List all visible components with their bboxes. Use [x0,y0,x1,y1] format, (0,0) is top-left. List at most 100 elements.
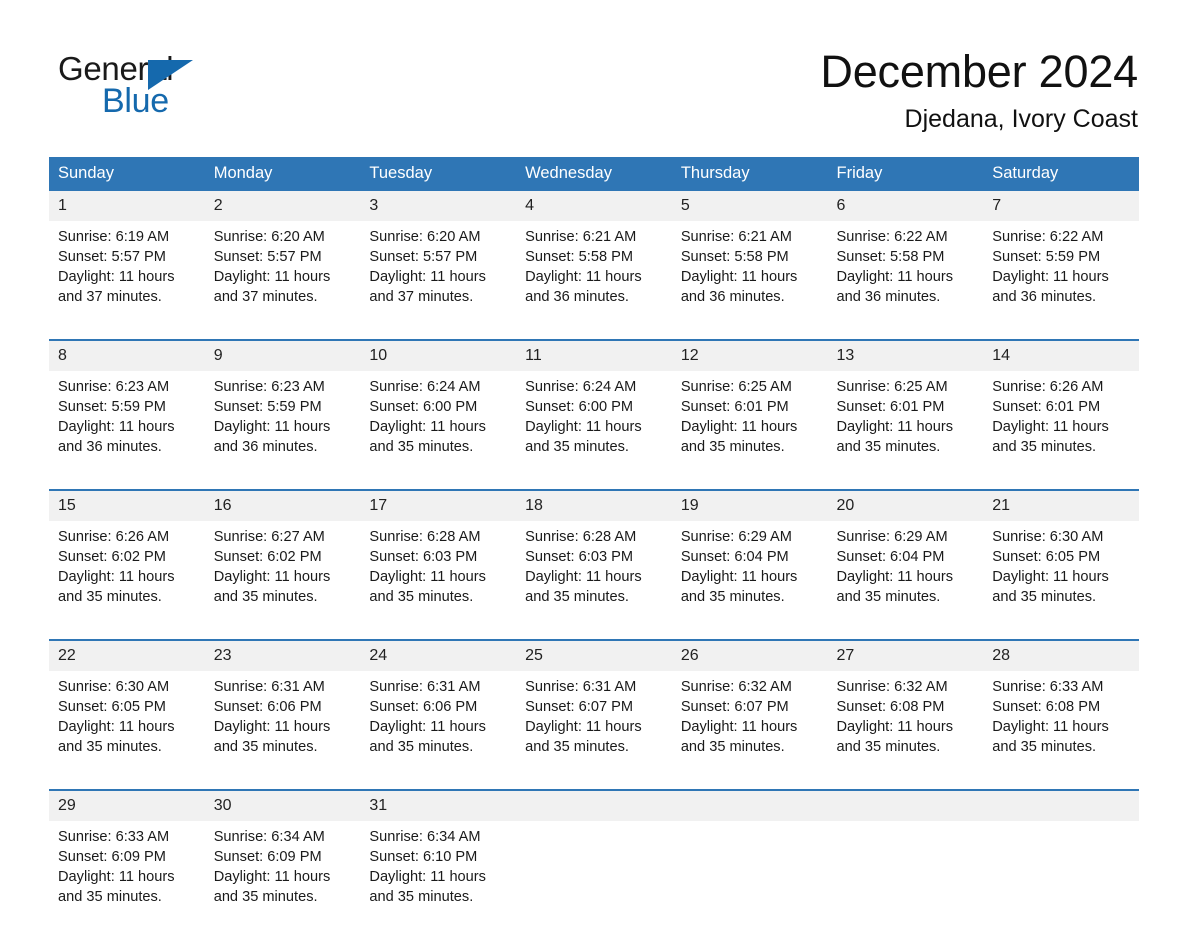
daylight-text: Daylight: 11 hours and 36 minutes. [58,419,175,455]
weekday-header-wednesday: Wednesday [516,157,672,191]
sunset-text: Sunset: 6:10 PM [369,849,478,865]
day-cell[interactable]: Sunrise: 6:29 AM Sunset: 6:04 PM Dayligh… [827,521,984,640]
sunrise-text: Sunrise: 6:31 AM [525,679,637,695]
day-cell[interactable]: Sunrise: 6:34 AM Sunset: 6:09 PM Dayligh… [204,821,361,939]
day-cell-empty [516,821,672,939]
day-cell[interactable]: Sunrise: 6:33 AM Sunset: 6:08 PM Dayligh… [983,671,1139,790]
day-number[interactable]: 30 [204,789,361,821]
sunrise-text: Sunrise: 6:31 AM [369,679,481,695]
day-number[interactable]: 21 [983,489,1139,521]
sunrise-text: Sunrise: 6:34 AM [213,829,325,845]
day-number[interactable]: 3 [360,191,517,221]
day-cell[interactable]: Sunrise: 6:33 AM Sunset: 6:09 PM Dayligh… [49,821,205,939]
day-number[interactable]: 28 [983,639,1139,671]
daylight-text: Daylight: 11 hours and 35 minutes. [680,419,798,455]
day-number[interactable]: 6 [827,191,984,221]
sunrise-text: Sunrise: 6:32 AM [836,679,948,695]
day-number[interactable]: 1 [49,191,205,221]
day-number[interactable]: 19 [671,489,828,521]
day-cell[interactable]: Sunrise: 6:31 AM Sunset: 6:06 PM Dayligh… [360,671,517,790]
sunset-text: Sunset: 6:07 PM [680,699,789,715]
day-cell[interactable]: Sunrise: 6:25 AM Sunset: 6:01 PM Dayligh… [827,371,984,490]
day-number[interactable]: 8 [49,339,205,371]
day-cell[interactable]: Sunrise: 6:22 AM Sunset: 5:59 PM Dayligh… [983,221,1139,340]
day-cell[interactable]: Sunrise: 6:28 AM Sunset: 6:03 PM Dayligh… [516,521,672,640]
day-number[interactable]: 29 [49,789,205,821]
day-cell[interactable]: Sunrise: 6:20 AM Sunset: 5:57 PM Dayligh… [360,221,517,340]
day-number[interactable]: 18 [516,489,672,521]
general-blue-logo[interactable]: General Blue [58,52,258,124]
day-cell[interactable]: Sunrise: 6:30 AM Sunset: 6:05 PM Dayligh… [983,521,1139,640]
daylight-text: Daylight: 11 hours and 36 minutes. [213,419,331,455]
day-number[interactable]: 24 [360,639,517,671]
sunset-text: Sunset: 6:00 PM [525,399,634,415]
week-details-row: Sunrise: 6:30 AM Sunset: 6:05 PM Dayligh… [49,671,1139,790]
day-cell[interactable]: Sunrise: 6:20 AM Sunset: 5:57 PM Dayligh… [204,221,361,340]
daylight-text: Daylight: 11 hours and 36 minutes. [992,269,1109,305]
day-number[interactable]: 27 [827,639,984,671]
day-number[interactable]: 14 [983,339,1139,371]
daylight-text: Daylight: 11 hours and 35 minutes. [836,569,954,605]
day-number[interactable]: 25 [516,639,672,671]
weekday-header-sunday: Sunday [49,157,205,191]
day-number[interactable]: 4 [516,191,672,221]
day-number[interactable]: 11 [516,339,672,371]
day-number[interactable]: 7 [983,191,1139,221]
day-cell[interactable]: Sunrise: 6:23 AM Sunset: 5:59 PM Dayligh… [49,371,205,490]
day-number[interactable]: 12 [671,339,828,371]
day-cell[interactable]: Sunrise: 6:30 AM Sunset: 6:05 PM Dayligh… [49,671,205,790]
day-cell[interactable]: Sunrise: 6:25 AM Sunset: 6:01 PM Dayligh… [671,371,828,490]
page-title: December 2024 [820,46,1138,97]
week-daynumbers-row: 8 9 10 11 12 13 14 [49,339,1139,371]
day-number[interactable]: 23 [204,639,361,671]
daylight-text: Daylight: 11 hours and 35 minutes. [58,869,175,905]
day-cell[interactable]: Sunrise: 6:31 AM Sunset: 6:06 PM Dayligh… [204,671,361,790]
weekday-header-thursday: Thursday [671,157,828,191]
sunset-text: Sunset: 6:09 PM [58,849,166,865]
sunset-text: Sunset: 5:59 PM [58,399,166,415]
sunrise-text: Sunrise: 6:24 AM [525,379,637,395]
day-cell[interactable]: Sunrise: 6:26 AM Sunset: 6:01 PM Dayligh… [983,371,1139,490]
day-number[interactable]: 26 [671,639,828,671]
day-number[interactable]: 17 [360,489,517,521]
day-number[interactable]: 10 [360,339,517,371]
day-cell-empty [827,821,984,939]
day-cell[interactable]: Sunrise: 6:34 AM Sunset: 6:10 PM Dayligh… [360,821,517,939]
sunset-text: Sunset: 6:03 PM [525,549,634,565]
day-number[interactable]: 9 [204,339,361,371]
sunrise-text: Sunrise: 6:22 AM [992,229,1104,245]
daylight-text: Daylight: 11 hours and 35 minutes. [213,869,331,905]
day-number[interactable]: 20 [827,489,984,521]
sunrise-text: Sunrise: 6:32 AM [680,679,792,695]
day-number[interactable]: 16 [204,489,361,521]
day-cell[interactable]: Sunrise: 6:32 AM Sunset: 6:08 PM Dayligh… [827,671,984,790]
day-cell[interactable]: Sunrise: 6:21 AM Sunset: 5:58 PM Dayligh… [671,221,828,340]
day-cell[interactable]: Sunrise: 6:32 AM Sunset: 6:07 PM Dayligh… [671,671,828,790]
daylight-text: Daylight: 11 hours and 35 minutes. [213,719,331,755]
day-number[interactable]: 15 [49,489,205,521]
sunset-text: Sunset: 5:59 PM [213,399,322,415]
day-number[interactable]: 2 [204,191,361,221]
daylight-text: Daylight: 11 hours and 35 minutes. [58,719,175,755]
day-cell[interactable]: Sunrise: 6:23 AM Sunset: 5:59 PM Dayligh… [204,371,361,490]
sunrise-text: Sunrise: 6:28 AM [369,529,481,545]
day-cell[interactable]: Sunrise: 6:19 AM Sunset: 5:57 PM Dayligh… [49,221,205,340]
day-cell[interactable]: Sunrise: 6:26 AM Sunset: 6:02 PM Dayligh… [49,521,205,640]
day-number[interactable]: 13 [827,339,984,371]
day-cell[interactable]: Sunrise: 6:21 AM Sunset: 5:58 PM Dayligh… [516,221,672,340]
day-cell[interactable]: Sunrise: 6:24 AM Sunset: 6:00 PM Dayligh… [360,371,517,490]
calendar-header-row: Sunday Monday Tuesday Wednesday Thursday… [49,157,1139,191]
day-number[interactable]: 31 [360,789,517,821]
daylight-text: Daylight: 11 hours and 35 minutes. [525,719,642,755]
day-cell[interactable]: Sunrise: 6:29 AM Sunset: 6:04 PM Dayligh… [671,521,828,640]
day-cell[interactable]: Sunrise: 6:31 AM Sunset: 6:07 PM Dayligh… [516,671,672,790]
day-cell[interactable]: Sunrise: 6:24 AM Sunset: 6:00 PM Dayligh… [516,371,672,490]
sunset-text: Sunset: 6:04 PM [836,549,945,565]
daylight-text: Daylight: 11 hours and 36 minutes. [836,269,954,305]
weekday-header-monday: Monday [204,157,361,191]
day-number[interactable]: 5 [671,191,828,221]
day-cell[interactable]: Sunrise: 6:27 AM Sunset: 6:02 PM Dayligh… [204,521,361,640]
day-number[interactable]: 22 [49,639,205,671]
day-cell[interactable]: Sunrise: 6:22 AM Sunset: 5:58 PM Dayligh… [827,221,984,340]
day-cell[interactable]: Sunrise: 6:28 AM Sunset: 6:03 PM Dayligh… [360,521,517,640]
